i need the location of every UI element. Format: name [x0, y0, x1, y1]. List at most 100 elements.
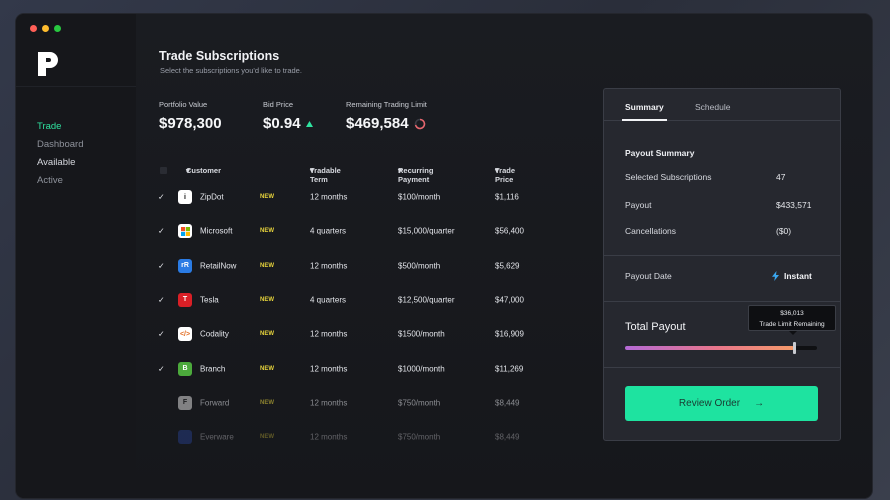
check-icon[interactable]: ✓ [158, 227, 165, 236]
cancellations-value: ($0) [776, 226, 792, 236]
new-badge: NEW [260, 399, 274, 406]
payout-progress-fill [625, 346, 794, 350]
select-all-checkbox[interactable] [160, 167, 167, 174]
tooltip-amount: $36,013 [780, 310, 804, 317]
customer-name: Tesla [200, 295, 219, 305]
tradable-term: 12 months [310, 329, 348, 339]
stat-portfolio: Portfolio Value $978,300 [159, 100, 222, 132]
check-icon[interactable]: ✓ [158, 364, 165, 373]
nav-item-dashboard[interactable]: Dashboard [37, 136, 83, 154]
page-subtitle: Select the subscriptions you'd like to t… [160, 66, 302, 75]
customer-name: ZipDot [200, 192, 224, 202]
table-row[interactable]: ✓ B Branch NEW 12 months $1000/month $11,269 [136, 358, 576, 380]
tab-schedule[interactable]: Schedule [695, 102, 730, 112]
instant-label: Instant [784, 271, 812, 281]
payout-slider-handle[interactable] [792, 342, 796, 354]
trade-price: $8,449 [495, 398, 520, 408]
customer-name: RetailNow [200, 261, 237, 271]
sidebar-divider [16, 86, 136, 87]
stat-label: Remaining Trading Limit [346, 100, 427, 109]
app-window: Trade Dashboard Available Active Trade S… [16, 14, 872, 498]
payout-label: Payout [625, 200, 652, 210]
trade-price: $1,116 [495, 192, 519, 202]
panel-divider [604, 255, 840, 256]
tradable-term: 12 months [310, 261, 348, 271]
stat-label: Portfolio Value [159, 100, 208, 109]
new-badge: NEW [260, 228, 274, 235]
tradable-term: 12 months [310, 192, 348, 202]
tab-summary[interactable]: Summary [622, 102, 667, 121]
company-logo-icon [178, 224, 192, 239]
trade-limit-tooltip: $36,013 Trade Limit Remaining [748, 305, 836, 335]
stat-bid-price: Bid Price $0.94 [263, 100, 313, 132]
lightning-icon [772, 271, 779, 281]
new-badge: NEW [260, 365, 274, 372]
sort-caret-icon: ▾ [310, 166, 314, 175]
stat-label: Bid Price [263, 100, 294, 109]
logo-icon [38, 52, 58, 76]
trade-price: $8,449 [495, 432, 520, 442]
maximize-dot[interactable] [54, 25, 61, 32]
tradable-term: 12 months [310, 398, 348, 408]
check-icon[interactable]: ✓ [158, 261, 165, 270]
new-badge: NEW [260, 296, 274, 303]
recurring-payment: $15,000/quarter [398, 226, 455, 236]
new-badge: NEW [260, 331, 274, 338]
new-badge: NEW [260, 262, 274, 269]
panel-divider [604, 367, 840, 368]
table-row[interactable]: F Forward NEW 12 months $750/month $8,449 [136, 392, 576, 414]
table-row[interactable]: ✓ </> Codality NEW 12 months $1500/month $16,9… [136, 323, 576, 345]
new-badge: NEW [260, 434, 274, 441]
tradable-term: 4 quarters [310, 226, 347, 236]
nav-item-trade[interactable]: Trade [37, 118, 83, 136]
table-row[interactable]: ✓ Microsoft NEW 4 quarters $15,000/quarter $5… [136, 220, 576, 242]
trade-price: $11,269 [495, 364, 524, 373]
header-label: Recurring Payment [398, 166, 434, 184]
nav-item-available[interactable]: Available [37, 154, 83, 172]
table-row[interactable]: ✓ rR RetailNow NEW 12 months $500/month $5,629 [136, 255, 576, 277]
company-logo-icon: B [178, 361, 192, 376]
stat-trading-limit: Remaining Trading Limit $469,584 [346, 100, 427, 132]
company-logo-icon: T [178, 292, 192, 307]
window-controls [30, 25, 61, 32]
stat-value: $469,584 [346, 115, 427, 132]
company-logo-icon: </> [178, 327, 192, 342]
company-logo-icon: rR [178, 258, 192, 273]
check-icon[interactable]: ✓ [158, 193, 165, 202]
minimize-dot[interactable] [42, 25, 49, 32]
company-logo-icon [178, 430, 192, 445]
recurring-payment: $1500/month [398, 329, 445, 339]
trade-price: $16,909 [495, 329, 524, 339]
trend-up-icon [305, 120, 313, 127]
tradable-term: 12 months [310, 432, 348, 442]
customer-name: Microsoft [200, 226, 233, 236]
spinner-icon [414, 118, 425, 129]
recurring-payment: $500/month [398, 261, 441, 271]
check-icon[interactable]: ✓ [158, 295, 165, 304]
page-title: Trade Subscriptions [159, 49, 280, 63]
cancellations-label: Cancellations [625, 226, 677, 236]
limit-value: $469,584 [346, 115, 409, 132]
check-icon[interactable]: ✓ [158, 330, 165, 339]
company-logo-icon: i [178, 190, 192, 204]
arrow-right-icon: → [754, 398, 765, 409]
table-row[interactable]: ✓ T Tesla NEW 4 quarters $12,500/quarter $47,0… [136, 289, 576, 311]
recurring-payment: $12,500/quarter [398, 295, 455, 305]
review-order-button[interactable]: Review Order → [625, 386, 818, 421]
payout-progress-track [625, 342, 817, 354]
stat-value: $978,300 [159, 115, 222, 132]
header-label: Customer [186, 166, 222, 175]
trade-price: $47,000 [495, 295, 524, 305]
table-row[interactable]: Everware NEW 12 months $750/month $8,449 [136, 426, 576, 448]
bid-value: $0.94 [263, 115, 301, 132]
customer-name: Codality [200, 329, 229, 339]
review-order-label: Review Order [678, 398, 741, 409]
payout-value: $433,571 [776, 200, 812, 210]
close-dot[interactable] [30, 25, 37, 32]
nav-item-active[interactable]: Active [37, 172, 83, 190]
tradable-term: 4 quarters [310, 295, 347, 305]
table-row[interactable]: ✓ i ZipDot NEW 12 months $100/month $1,116 [136, 186, 576, 208]
recurring-payment: $750/month [398, 432, 441, 442]
customer-name: Everware [200, 432, 234, 442]
sort-caret-icon: ▾ [495, 166, 499, 175]
